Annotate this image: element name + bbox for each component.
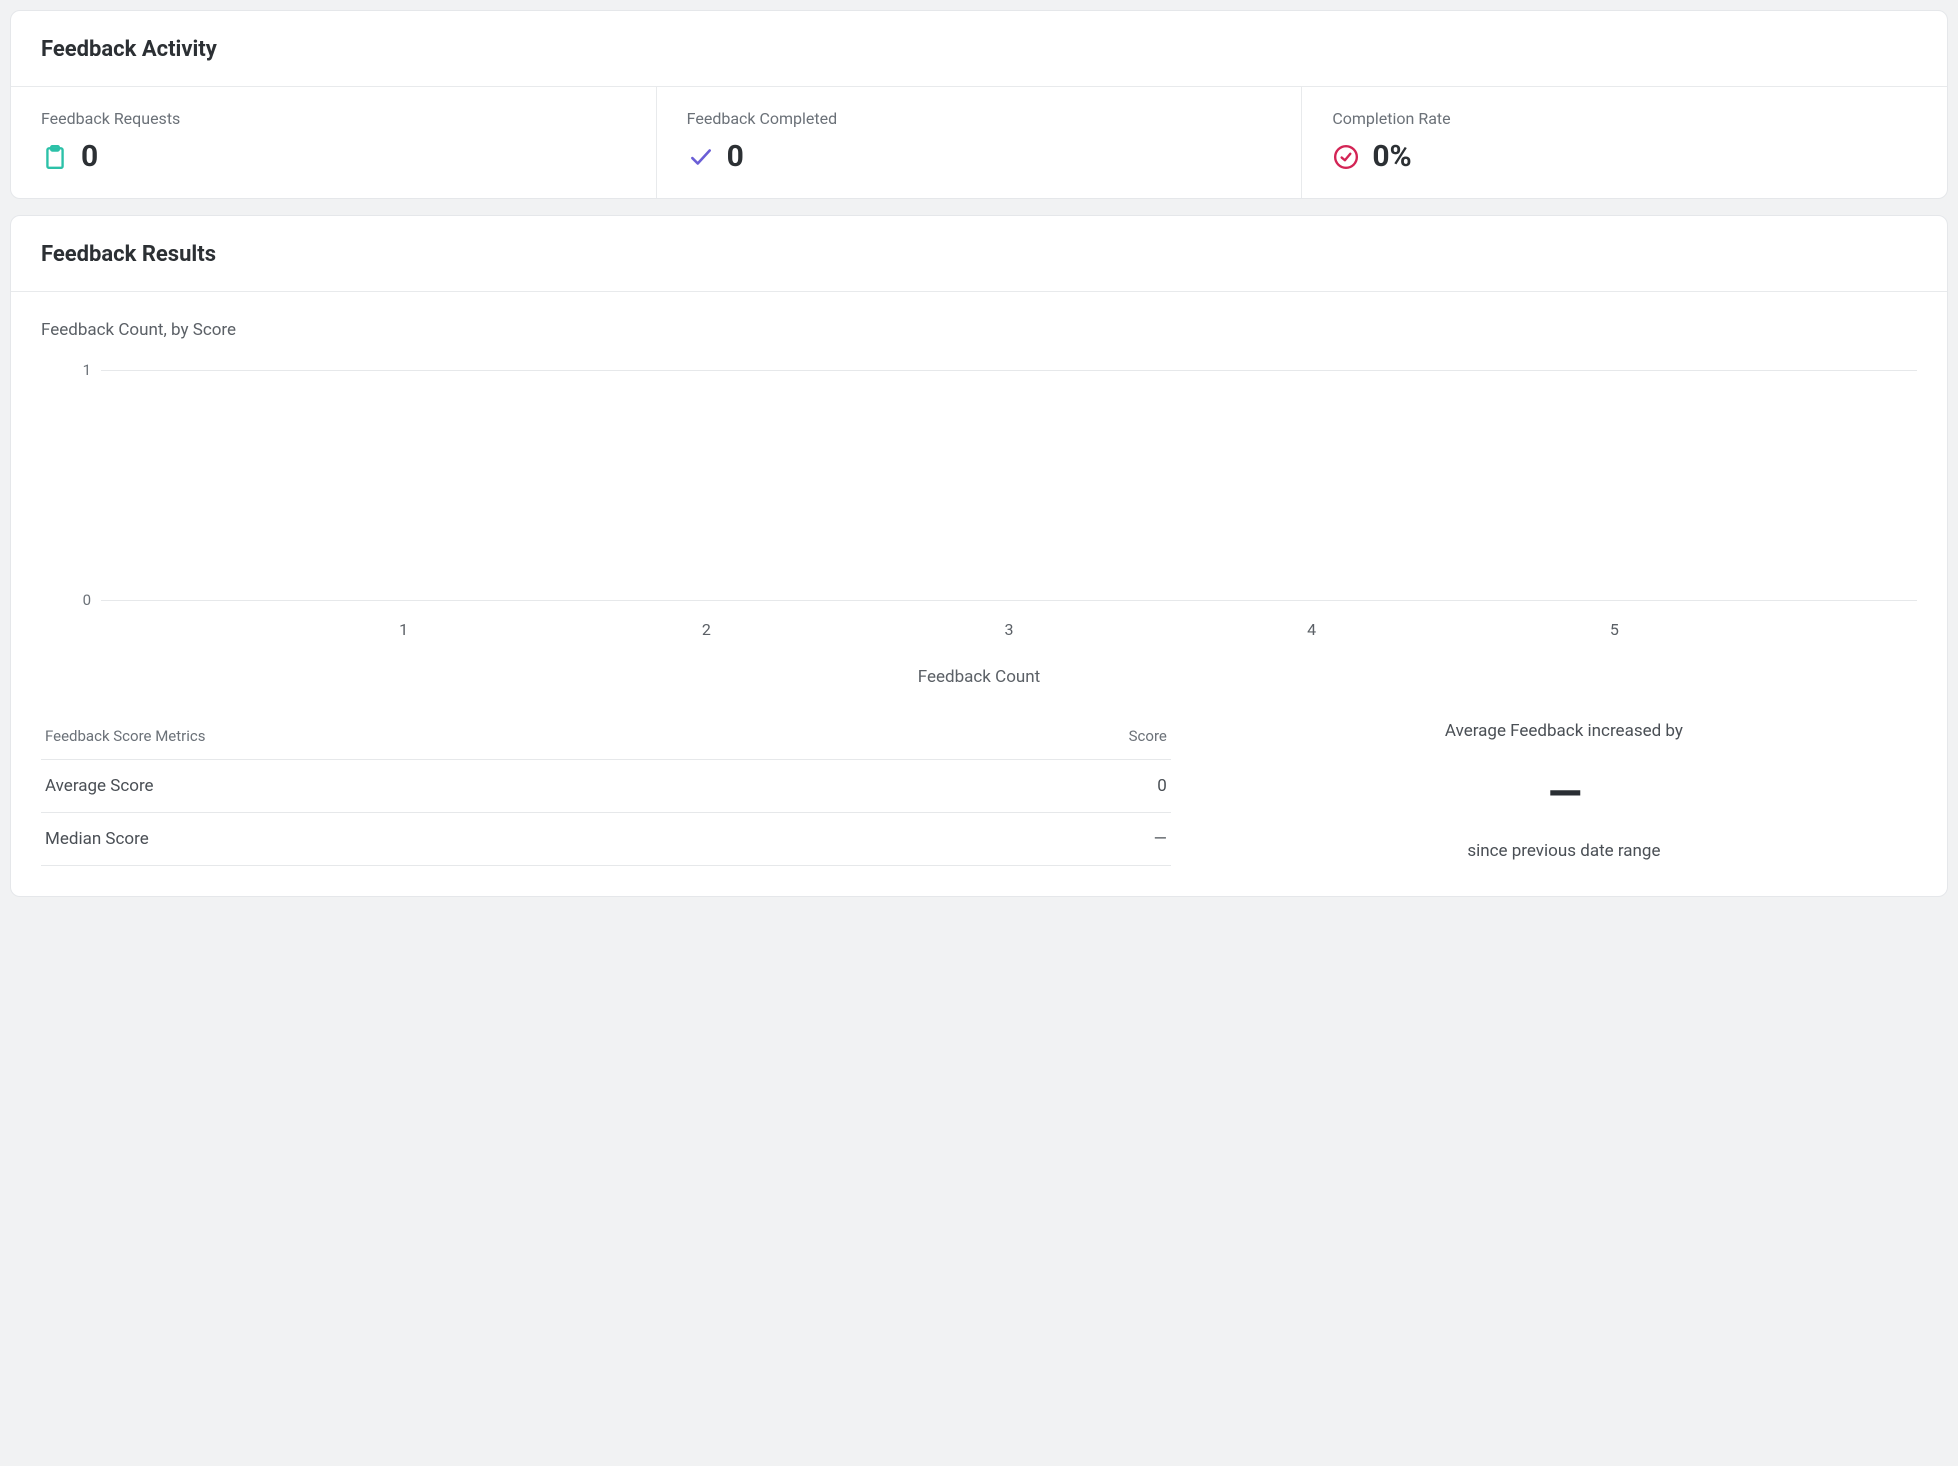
circle-check-icon (1332, 143, 1360, 171)
chart-xtick: 2 (555, 620, 858, 639)
feedback-results-title: Feedback Results (41, 242, 1917, 267)
row-value: 0 (1157, 776, 1167, 796)
metric-value: 0% (1372, 142, 1411, 172)
delta-line1: Average Feedback increased by (1211, 721, 1917, 741)
metric-feedback-requests: Feedback Requests 0 (11, 87, 657, 198)
table-row: Average Score 0 (41, 760, 1171, 813)
chart-area: 01 (41, 370, 1917, 600)
feedback-results-card: Feedback Results Feedback Count, by Scor… (10, 215, 1948, 897)
metric-label: Feedback Requests (41, 109, 626, 128)
chart-xtick: 3 (858, 620, 1161, 639)
feedback-results-header: Feedback Results (11, 216, 1947, 292)
chart-gridline (101, 600, 1917, 601)
metric-feedback-completed: Feedback Completed 0 (657, 87, 1303, 198)
feedback-results-body: Feedback Count, by Score 01 12345 Feedba… (11, 292, 1947, 896)
clipboard-icon (41, 143, 69, 171)
row-label: Median Score (45, 829, 149, 849)
row-label: Average Score (45, 776, 154, 796)
metric-label: Completion Rate (1332, 109, 1917, 128)
results-bottom-split: Feedback Score Metrics Score Average Sco… (41, 717, 1917, 866)
table-row: Median Score — (41, 813, 1171, 866)
metric-value: 0 (727, 142, 744, 172)
chart-xtick: 1 (252, 620, 555, 639)
activity-metrics-row: Feedback Requests 0 Feedback Completed (11, 87, 1947, 198)
feedback-activity-card: Feedback Activity Feedback Requests 0 Fe… (10, 10, 1948, 199)
chart-gridline (101, 370, 1917, 371)
delta-value: — (1211, 767, 1917, 819)
chart-xtick: 4 (1160, 620, 1463, 639)
score-metrics-table: Feedback Score Metrics Score Average Sco… (41, 717, 1171, 866)
check-icon (687, 143, 715, 171)
chart-xtick: 5 (1463, 620, 1766, 639)
metric-label: Feedback Completed (687, 109, 1272, 128)
table-col-metrics: Feedback Score Metrics (45, 727, 205, 745)
chart-xlabel: Feedback Count (41, 667, 1917, 687)
feedback-activity-title: Feedback Activity (41, 37, 1917, 62)
chart-plot: 01 (101, 370, 1917, 600)
metric-value: 0 (81, 142, 98, 172)
table-col-score: Score (1129, 727, 1167, 745)
chart-ytick: 0 (61, 591, 91, 609)
feedback-activity-header: Feedback Activity (11, 11, 1947, 87)
chart-xticks: 12345 (101, 620, 1917, 639)
chart-ytick: 1 (61, 361, 91, 379)
delta-panel: Average Feedback increased by — since pr… (1211, 717, 1917, 866)
metric-completion-rate: Completion Rate 0% (1302, 87, 1947, 198)
delta-line2: since previous date range (1211, 841, 1917, 861)
table-header: Feedback Score Metrics Score (41, 717, 1171, 760)
chart-subtitle: Feedback Count, by Score (41, 320, 1917, 340)
row-value: — (1154, 829, 1167, 849)
